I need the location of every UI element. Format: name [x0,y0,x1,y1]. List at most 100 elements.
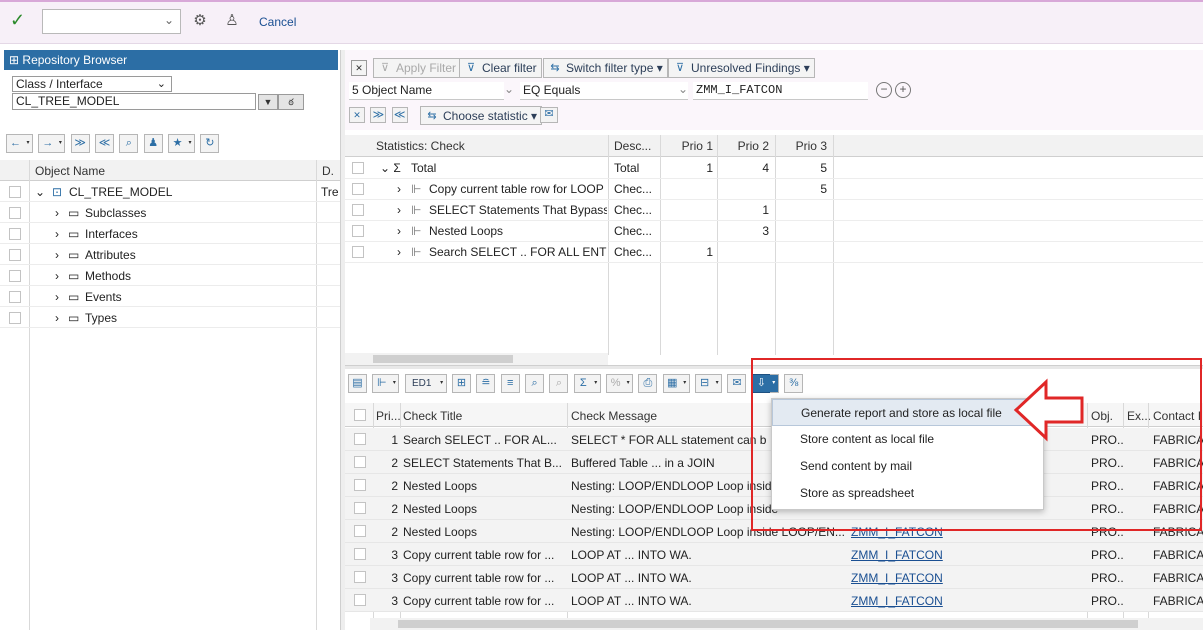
search-icon[interactable]: ⌕ [525,374,545,393]
statistics-row-total[interactable]: ⌄ Σ Total Total 1 4 5 [345,158,1203,179]
row-select-checkbox[interactable] [354,456,366,468]
row-select-checkbox[interactable] [352,183,364,195]
chevron-right-icon[interactable]: › [397,203,401,217]
mail-icon[interactable]: ✉ [727,374,747,393]
details-icon[interactable]: ⊩ [372,374,392,393]
tree-node-methods[interactable]: › ▭ Methods [0,266,340,286]
report-icon[interactable]: ▤ [348,374,367,393]
filter-value-input[interactable]: ZMM_I_FATCON [693,82,868,100]
dropdown-icon[interactable]: ▾ [56,134,66,153]
finding-object-link[interactable]: ZMM_I_FATCON [851,571,943,585]
row-select-checkbox[interactable] [354,548,366,560]
user-tree-icon[interactable]: ♙ [222,11,242,31]
apply-filter-button[interactable]: ⊽ Apply Filter [373,58,462,78]
switch-filter-type-button[interactable]: ⇆ Switch filter type ▾ [543,58,668,78]
tools-icon[interactable]: ⚙ [190,11,210,31]
statistics-row[interactable]: › ⊩ Copy current table row for LOOP ... … [345,179,1203,200]
chevron-down-icon[interactable]: ⌄ Σ [380,161,401,175]
chevron-right-icon[interactable]: › [397,182,401,196]
favorites-icon[interactable]: ★ [168,134,188,153]
row-select-checkbox[interactable] [9,291,21,303]
chevron-right-icon[interactable]: › [397,224,401,238]
row-select-checkbox[interactable] [9,186,21,198]
row-select-checkbox[interactable] [352,162,364,174]
row-select-checkbox[interactable] [354,594,366,606]
add-condition-icon[interactable]: + [895,82,911,98]
row-select-checkbox[interactable] [9,228,21,240]
collapse-all-icon[interactable]: ≪ [391,107,408,123]
row-select-checkbox[interactable] [9,270,21,282]
display-glasses-icon[interactable]: ఠ [278,94,304,110]
object-type-select[interactable]: Class / Interface ⌄ [12,76,172,92]
collapse-all-icon[interactable]: ≪ [95,134,115,153]
checkmark-icon[interactable]: ✓ [10,10,30,30]
select-all-checkbox[interactable] [354,409,366,421]
finding-object-link[interactable]: ZMM_I_FATCON [851,594,943,608]
chevron-down-icon[interactable]: ⌄ [504,82,514,96]
chevron-down-icon[interactable]: ⌄ [157,77,166,91]
chevron-right-icon[interactable]: › [55,227,59,241]
statistics-row[interactable]: › ⊩ Search SELECT .. FOR ALL ENTRI Chec.… [345,242,1203,263]
dropdown-icon[interactable]: ▾ [24,134,33,153]
dropdown-button[interactable]: ▼ [258,94,278,110]
filter-field-name[interactable]: 5 Object Name [349,82,504,100]
row-select-checkbox[interactable] [352,246,364,258]
tree-node-attributes[interactable]: › ▭ Attributes [0,245,340,265]
scroll-thumb[interactable] [398,620,1138,628]
chevron-right-icon[interactable]: › [55,248,59,262]
row-select-checkbox[interactable] [354,433,366,445]
clear-filter-button[interactable]: ⊽ Clear filter [459,58,542,78]
chevron-down-icon[interactable]: ⌄ [164,13,174,27]
sort-ascending-icon[interactable]: ≘ [476,374,496,393]
object-name-input[interactable]: CL_TREE_MODEL [12,93,256,110]
statistics-row[interactable]: › ⊩ SELECT Statements That Bypass t Chec… [345,200,1203,221]
tree-node-events[interactable]: › ▭ Events [0,287,340,307]
finding-row[interactable]: 3 Copy current table row for ... LOOP AT .… [345,589,1203,612]
chevron-right-icon[interactable]: › [55,311,59,325]
tree-node-root[interactable]: ⌄ ⊡ CL_TREE_MODEL Tre [0,182,340,202]
layout-icon[interactable]: ⊟ [695,374,715,393]
expand-all-icon[interactable]: ≫ [370,107,387,123]
row-select-checkbox[interactable] [354,479,366,491]
mail-icon[interactable]: ✉ [540,107,558,123]
filter-operator[interactable]: EQ Equals [520,82,688,100]
sort-descending-icon[interactable]: ≡ [500,374,520,393]
refresh-icon[interactable]: ↻ [200,134,220,153]
row-select-checkbox[interactable] [352,225,364,237]
dropdown-icon[interactable]: ▾ [680,374,690,393]
finding-row[interactable]: 3 Copy current table row for ... LOOP AT .… [345,543,1203,566]
horizontal-scrollbar[interactable] [370,618,1203,630]
horizontal-scrollbar[interactable] [345,353,608,365]
views-icon[interactable]: ▦ [662,374,682,393]
row-select-checkbox[interactable] [354,571,366,583]
remove-condition-icon[interactable]: − [876,82,892,98]
close-filter-icon[interactable]: ✕ [351,60,367,76]
dropdown-icon[interactable]: ▾ [713,374,723,393]
row-select-checkbox[interactable] [9,207,21,219]
finding-row[interactable]: 3 Copy current table row for ... LOOP AT .… [345,566,1203,589]
users-icon[interactable]: ♟ [143,134,163,153]
dropdown-icon[interactable]: ▾ [390,374,400,393]
dropdown-icon[interactable]: ▾ [437,374,447,393]
command-field[interactable]: ⌄ [42,9,181,34]
choose-statistic-button[interactable]: ⇆ Choose statistic ▾ [420,106,543,125]
expand-icon[interactable]: ⌄ [35,185,45,199]
scroll-thumb[interactable] [373,355,513,363]
unresolved-findings-button[interactable]: ⊽ Unresolved Findings ▾ [668,58,815,78]
statistics-row[interactable]: › ⊩ Nested Loops Chec... 3 [345,221,1203,242]
chevron-right-icon[interactable]: › [55,269,59,283]
tree-node-interfaces[interactable]: › ▭ Interfaces [0,224,340,244]
select-icon[interactable]: ⊞ [452,374,472,393]
expand-all-icon[interactable]: ≫ [70,134,90,153]
cancel-button[interactable]: Cancel [259,15,296,29]
row-select-checkbox[interactable] [354,502,366,514]
row-select-checkbox[interactable] [9,312,21,324]
tree-node-subclasses[interactable]: › ▭ Subclasses [0,203,340,223]
chevron-right-icon[interactable]: › [55,290,59,304]
print-icon[interactable]: ⎙ [638,374,658,393]
finding-object-link[interactable]: ZMM_I_FATCON [851,548,943,562]
back-icon[interactable]: ← [6,134,25,153]
dropdown-icon[interactable]: ▾ [591,374,601,393]
search-icon[interactable]: ⌕ [119,134,139,153]
dropdown-icon[interactable]: ▾ [624,374,634,393]
